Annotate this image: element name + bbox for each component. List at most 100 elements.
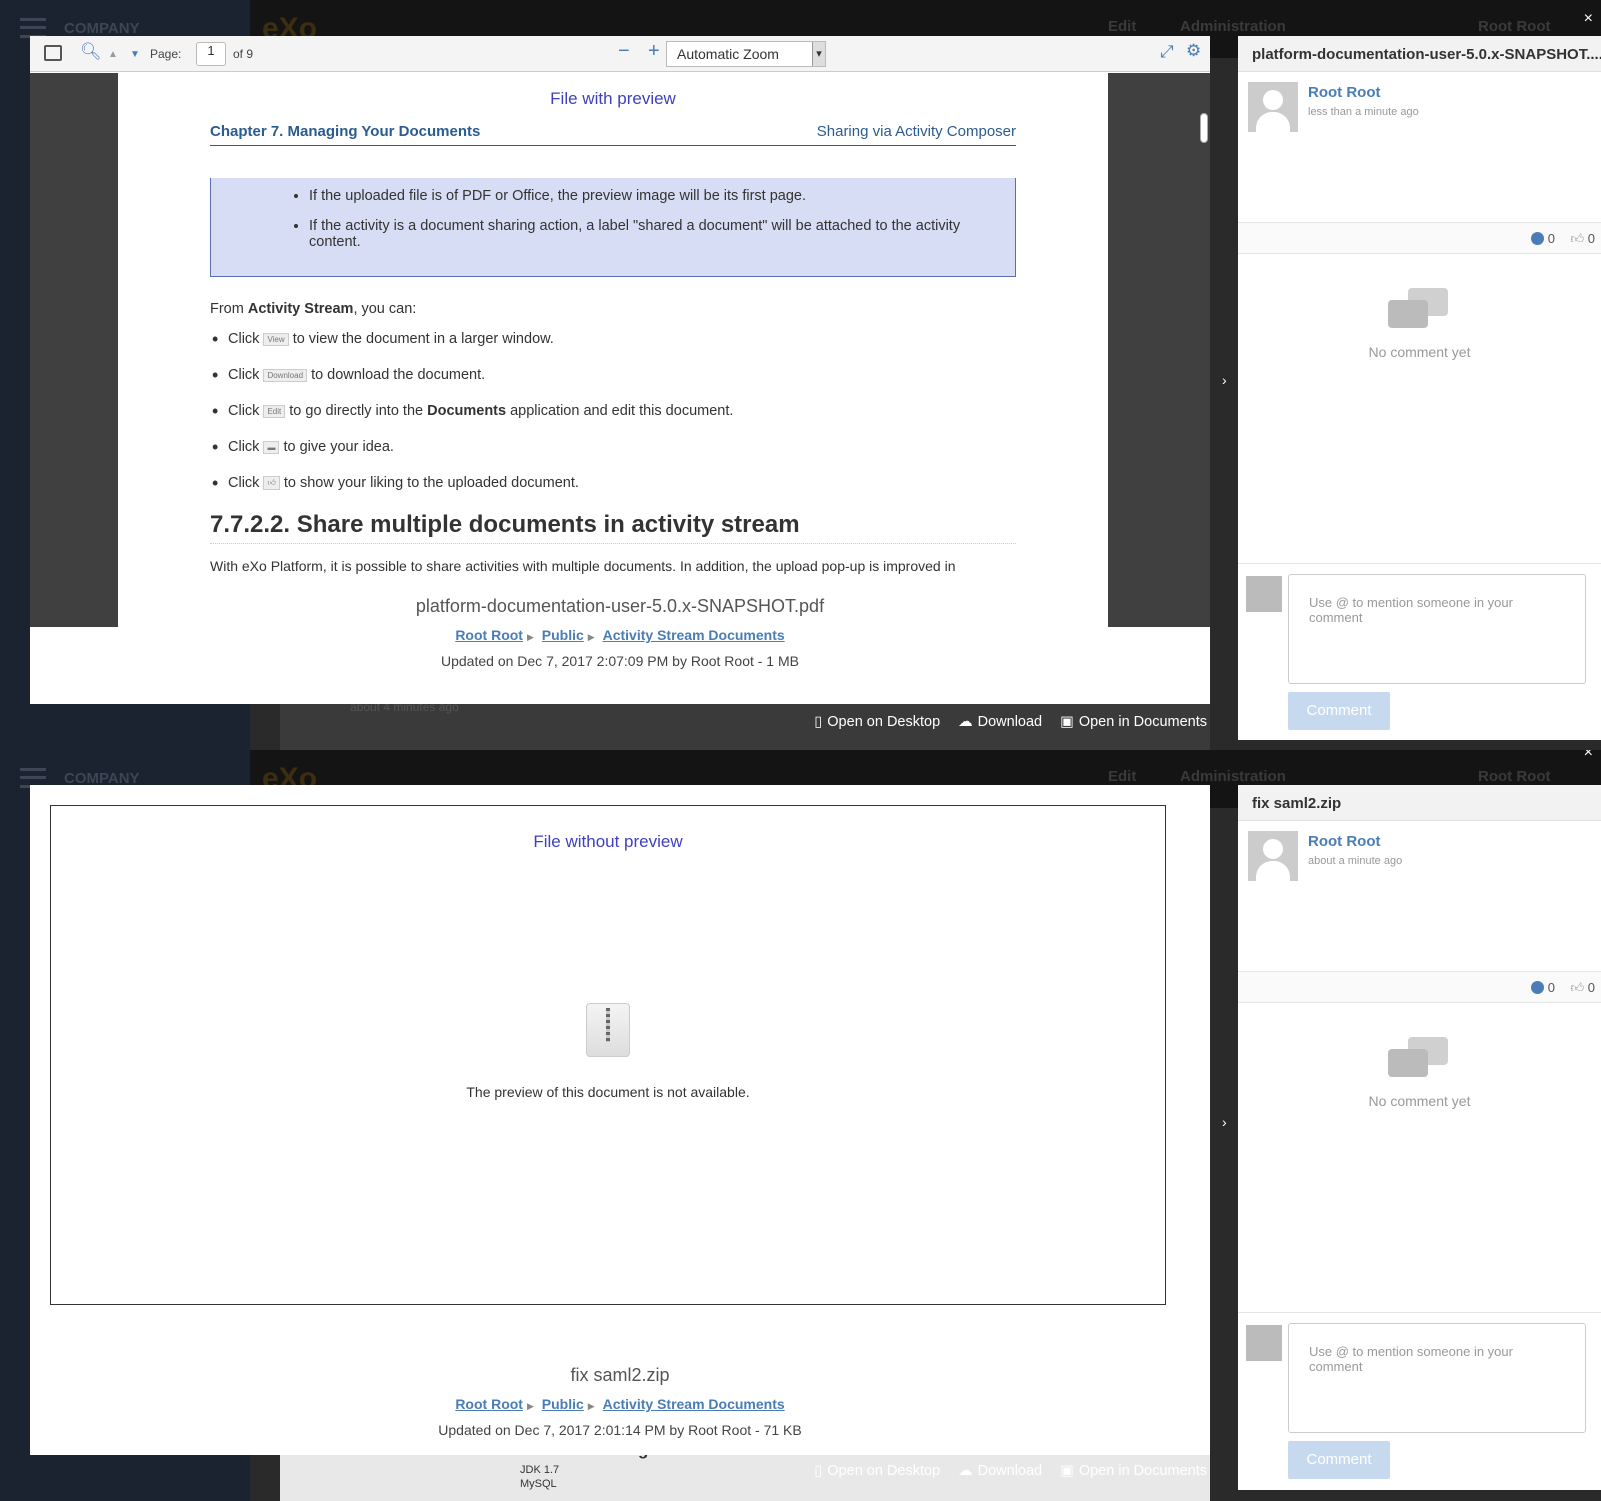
open-desktop-button[interactable]: ▯ Open on Desktop [814, 714, 940, 730]
open-documents-button[interactable]: ▣ Open in Documents [1060, 714, 1207, 730]
comments-icon [1387, 1037, 1452, 1087]
list-item: Click 👍︎ to show your liking to the uplo… [212, 473, 1016, 494]
breadcrumb-arrow-icon: ▶ [526, 632, 534, 642]
settings-gear-icon[interactable]: ⚙ [1186, 41, 1201, 61]
chevron-right-icon[interactable]: › [1222, 1114, 1227, 1130]
action-bar: ▯ Open on Desktop ☁ Download ▣ Open in Docu… [814, 1463, 1207, 1479]
comment-count[interactable]: 0 [1530, 231, 1555, 246]
chapter-title: Chapter 7. Managing Your Documents [210, 123, 481, 140]
nav-user: Root Root [1478, 18, 1551, 35]
document-page: File with preview Chapter 7. Managing Yo… [118, 73, 1108, 627]
scrollbar[interactable] [1200, 113, 1208, 143]
like-count[interactable]: 👍︎ 0 [1571, 231, 1595, 247]
breadcrumb-public[interactable]: Public [542, 627, 584, 643]
next-page-icon[interactable]: ▼ [130, 49, 140, 60]
breadcrumb-arrow-icon: ▶ [587, 1401, 595, 1411]
activity-time: less than a minute ago [1308, 106, 1419, 118]
file-name: platform-documentation-user-5.0.x-SNAPSH… [415, 596, 825, 616]
pdf-toolbar: 🔍︎ ▲ ▼ Page: 1 of 9 − + Automatic Zoom ⤢… [30, 36, 1210, 72]
doc-overlay-heading: File without preview [533, 832, 683, 851]
edit-button-image: Edit [263, 404, 286, 418]
breadcrumb-folder[interactable]: Activity Stream Documents [603, 627, 785, 643]
close-icon[interactable]: × [1584, 750, 1593, 762]
file-info: platform-documentation-user-5.0.x-SNAPSH… [30, 596, 1210, 669]
avatar[interactable] [1248, 82, 1298, 132]
breadcrumb-public[interactable]: Public [542, 1396, 584, 1412]
download-button[interactable]: ☁ Download [958, 1463, 1042, 1479]
search-icon[interactable]: 🔍︎ [80, 42, 102, 62]
note-item: If the activity is a document sharing ac… [309, 218, 985, 250]
file-info: fix saml2.zip Root Root ▶ Public ▶ Activit… [30, 1365, 1210, 1438]
comment-count[interactable]: 0 [1530, 980, 1555, 995]
avatar[interactable] [1248, 831, 1298, 881]
counts-bar: 0 👍︎ 0 [1238, 971, 1601, 1003]
no-comment-text: No comment yet [1368, 1093, 1471, 1109]
activity-time: about a minute ago [1308, 855, 1403, 867]
file-name: fix saml2.zip [570, 1365, 670, 1385]
chevron-right-icon[interactable]: › [1222, 372, 1227, 388]
section-title-right: Sharing via Activity Composer [816, 123, 1016, 140]
document-icon: ▯ [814, 1463, 823, 1479]
author-name[interactable]: Root Root [1308, 833, 1380, 850]
breadcrumb-root[interactable]: Root Root [455, 1396, 523, 1412]
document-icon: ▯ [814, 714, 823, 730]
no-comment-block: No comment yet [1238, 288, 1601, 360]
nav-user: Root Root [1478, 768, 1551, 785]
download-button[interactable]: ☁ Download [958, 714, 1042, 730]
breadcrumb-root[interactable]: Root Root [455, 627, 523, 643]
comment-bubble-icon [1530, 981, 1544, 994]
preview-panel-zip: COMPANY eXo Edit Administration Root Roo… [0, 750, 1601, 1501]
cloud-download-icon: ☁ [958, 714, 973, 730]
zoom-out-icon[interactable]: − [618, 40, 630, 63]
breadcrumb-arrow-icon: ▶ [587, 632, 595, 642]
breadcrumb: Root Root ▶ Public ▶ Activity Stream Docum… [30, 627, 1210, 643]
cloud-download-icon: ☁ [958, 1463, 973, 1479]
comment-button[interactable]: Comment [1288, 1441, 1390, 1479]
menu-icon [20, 18, 46, 38]
nav-edit: Edit [1108, 18, 1137, 35]
current-user-avatar [1246, 576, 1282, 612]
open-documents-button[interactable]: ▣ Open in Documents [1060, 1463, 1207, 1479]
comment-input[interactable]: Use @ to mention someone in your comment [1288, 574, 1586, 684]
page-number-input[interactable]: 1 [196, 42, 226, 66]
nav-administration: Administration [1180, 18, 1286, 35]
page-total: of 9 [233, 47, 254, 61]
action-bar: ▯ Open on Desktop ☁ Download ▣ Open in Docu… [814, 714, 1207, 730]
counts-bar: 0 👍︎ 0 [1238, 222, 1601, 254]
chapter-header: Chapter 7. Managing Your Documents Shari… [210, 123, 1016, 146]
no-preview-viewer: File without preview The preview of this… [30, 785, 1210, 1455]
author-name[interactable]: Root Root [1308, 84, 1380, 101]
nav-edit: Edit [1108, 768, 1137, 785]
comment-bubble-icon [1530, 232, 1544, 245]
like-icon: 👍︎ [263, 476, 280, 491]
no-comment-block: No comment yet [1238, 1037, 1601, 1109]
side-title: fix saml2.zip [1238, 785, 1601, 821]
breadcrumb-folder[interactable]: Activity Stream Documents [603, 1396, 785, 1412]
thumbs-up-icon: 👍︎ [1570, 231, 1585, 246]
fullscreen-icon[interactable]: ⤢ [1160, 42, 1174, 62]
previous-page-icon[interactable]: ▲ [108, 49, 118, 60]
comment-button[interactable]: Comment [1288, 692, 1390, 730]
breadcrumb: Root Root ▶ Public ▶ Activity Stream Docum… [30, 1396, 1210, 1412]
comment-composer: Use @ to mention someone in your comment… [1238, 563, 1601, 740]
view-button-image: View [263, 332, 289, 346]
ghost-item: JDK 1.7 [520, 1464, 560, 1476]
ghost-item: MySQL [520, 1478, 557, 1490]
document-scroll-area[interactable]: File with preview Chapter 7. Managing Yo… [30, 73, 1210, 627]
list-item: Click ▬ to give your idea. [212, 437, 1016, 458]
sidebar-toggle-icon[interactable] [44, 45, 62, 61]
like-count[interactable]: 👍︎ 0 [1571, 980, 1595, 996]
updated-info: Updated on Dec 7, 2017 2:07:09 PM by Roo… [441, 653, 799, 669]
company-label: COMPANY [64, 20, 140, 37]
open-desktop-button[interactable]: ▯ Open on Desktop [814, 1463, 940, 1479]
current-user-avatar [1246, 1325, 1282, 1361]
comment-composer: Use @ to mention someone in your comment… [1238, 1312, 1601, 1490]
section-heading: 7.7.2.2. Share multiple documents in act… [210, 511, 1016, 544]
zoom-select[interactable]: Automatic Zoom [666, 41, 826, 67]
comment-icon: ▬ [263, 440, 280, 454]
folder-open-icon: ▣ [1060, 714, 1074, 730]
zoom-in-icon[interactable]: + [648, 40, 660, 63]
comment-input[interactable]: Use @ to mention someone in your comment [1288, 1323, 1586, 1433]
close-icon[interactable]: × [1584, 10, 1593, 28]
list-item: Click View to view the document in a lar… [212, 329, 1016, 350]
